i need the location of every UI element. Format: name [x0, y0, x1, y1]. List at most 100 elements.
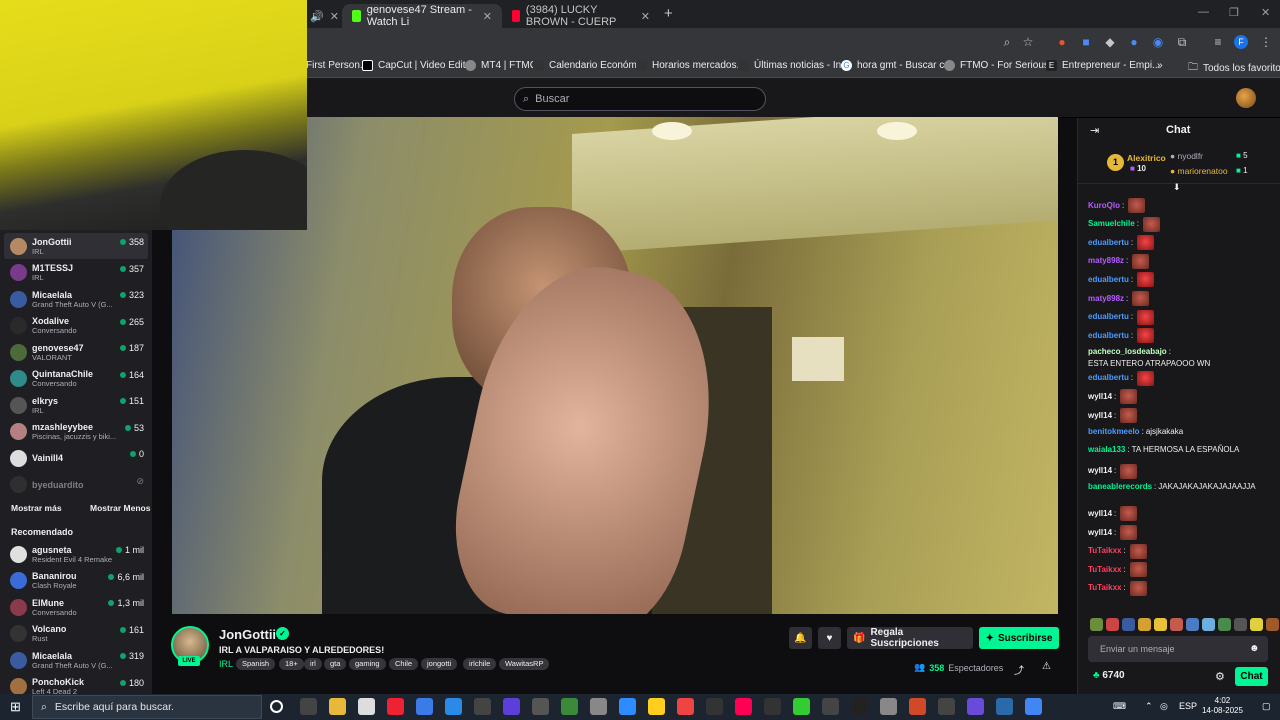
chat-username[interactable]: TuTaikxx [1088, 583, 1122, 593]
taskbar-app-icon[interactable] [677, 698, 694, 715]
file-explorer-icon[interactable] [329, 698, 346, 715]
bookmark-item[interactable]: First Person... [306, 60, 368, 71]
profile-avatar[interactable]: F [1234, 35, 1248, 49]
bookmark-item[interactable]: Ghora gmt - Buscar c... [841, 60, 953, 71]
chat-username[interactable]: edualbertu [1088, 275, 1129, 285]
sidebar-channel[interactable]: agusneta Resident Evil 4 Remake 1 mil [4, 541, 148, 567]
capcut-icon[interactable] [822, 698, 839, 715]
taskbar-app-icon[interactable] [474, 698, 491, 715]
sidebar-channel[interactable]: Micaelala Grand Theft Auto V (G... 319 [4, 647, 148, 673]
chat-input[interactable]: Enviar un mensaje [1088, 636, 1268, 662]
chat-username[interactable]: KuroQlo [1088, 201, 1120, 211]
chat-username[interactable]: benitokmeelo [1088, 427, 1140, 437]
emote-icon[interactable] [1266, 618, 1279, 631]
sidebar-channel[interactable]: QuintanaChile Conversando 164 [4, 366, 148, 392]
stream-tag[interactable]: jongotti [421, 658, 458, 670]
tiktok-icon[interactable] [706, 698, 723, 715]
all-bookmarks-button[interactable]: 🗀 Todos los favoritos [1188, 60, 1280, 77]
taskbar-search[interactable]: ⌕ Escribe aquí para buscar. [32, 695, 262, 719]
channel-name[interactable]: JonGottii [219, 627, 276, 642]
brave-icon[interactable] [735, 698, 752, 715]
restore-icon[interactable]: ❐ [1229, 6, 1239, 19]
show-less-button[interactable]: Mostrar Menos [90, 503, 150, 513]
sidebar-channel[interactable]: genovese47 VALORANT 187 [4, 339, 148, 365]
minecraft-icon[interactable] [793, 698, 810, 715]
sidebar-channel[interactable]: Bananirou Clash Royale 6,6 mil [4, 568, 148, 594]
sidebar-channel[interactable]: Micaelala Grand Theft Auto V (G... 323 [4, 286, 148, 312]
stream-tag[interactable]: gta [324, 658, 347, 670]
twitch-icon[interactable] [503, 698, 520, 715]
obs-icon[interactable] [938, 698, 955, 715]
collapse-chat-icon[interactable]: ⇥ [1090, 124, 1099, 137]
chat-username[interactable]: wyll14 [1088, 466, 1112, 476]
sticky-notes-icon[interactable] [648, 698, 665, 715]
emote-icon[interactable] [1202, 618, 1215, 631]
share-icon[interactable]: ⤴ [1014, 662, 1024, 677]
emote-icon[interactable] [1170, 618, 1183, 631]
emote-icon[interactable] [1122, 618, 1135, 631]
discord-icon[interactable] [967, 698, 984, 715]
stream-tag[interactable]: irlchile [463, 658, 497, 670]
notification-bell-button[interactable]: 🔔 [789, 627, 812, 649]
bookmarks-overflow-button[interactable]: » [1157, 60, 1163, 71]
extension-icon[interactable]: ● [1054, 34, 1070, 50]
bookmark-item[interactable]: Calendario Económ... [533, 60, 645, 71]
chat-username[interactable]: edualbertu [1088, 238, 1129, 248]
chat-username[interactable]: TuTaikxx [1088, 565, 1122, 575]
chat-username[interactable]: wyll14 [1088, 411, 1112, 421]
sidebar-channel[interactable]: ElMune Conversando 1,3 mil [4, 594, 148, 620]
bookmark-item[interactable]: CapCut | Video Edit... [362, 60, 474, 71]
chat-username[interactable]: maty898z [1088, 256, 1124, 266]
close-tab-icon[interactable]: ✕ [641, 10, 650, 23]
follow-heart-button[interactable]: ♥ [818, 627, 841, 649]
minimize-icon[interactable]: — [1198, 6, 1209, 18]
reading-list-icon[interactable]: ≡ [1210, 34, 1226, 50]
chrome-icon[interactable] [1025, 698, 1042, 715]
scroll-down-icon[interactable]: ⬇ [1173, 182, 1181, 193]
stream-tag[interactable]: Spanish [236, 658, 276, 670]
cortana-icon[interactable] [270, 700, 283, 713]
language-indicator[interactable]: ESP [1179, 701, 1197, 711]
stream-tag[interactable]: Chile [389, 658, 419, 670]
stream-tag[interactable]: WawitasRP [499, 658, 550, 670]
emote-icon[interactable] [1250, 618, 1263, 631]
clock[interactable]: 4:02 14-08-2025 [1202, 696, 1243, 716]
stream-tag[interactable]: irl [304, 658, 322, 670]
search-input[interactable]: ⌕ Buscar [514, 87, 766, 111]
bookmark-item[interactable]: MT4 | FTMO [465, 60, 537, 71]
bookmark-item[interactable]: Últimas noticias - In... [738, 60, 850, 71]
bookmark-item[interactable]: E Entrepreneur - Empi... [1046, 60, 1160, 71]
close-tab-icon[interactable]: ✕ [483, 10, 492, 23]
gear-icon[interactable]: ⚙ [1215, 670, 1225, 683]
zoom-icon[interactable] [619, 698, 636, 715]
taskbar-app-icon[interactable] [590, 698, 607, 715]
puzzle-icon[interactable]: ⧉ [1174, 34, 1190, 50]
emote-icon[interactable] [1154, 618, 1167, 631]
sidebar-channel[interactable]: byeduardito ⊘ [4, 472, 148, 498]
extension-icon[interactable]: ◆ [1102, 34, 1118, 50]
blender-icon[interactable] [909, 698, 926, 715]
emoji-icon[interactable]: ☻ [1249, 643, 1260, 654]
zoom-icon[interactable]: ⌕ [999, 34, 1015, 50]
subscribe-button[interactable]: ✦ Suscribirse [979, 627, 1059, 649]
chat-username[interactable]: edualbertu [1088, 312, 1129, 322]
opera-icon[interactable] [387, 698, 404, 715]
stream-tag[interactable]: 18+ [279, 658, 304, 670]
emote-icon[interactable] [1234, 618, 1247, 631]
sidebar-channel[interactable]: mzashleyybee Piscinas, jacuzzis y biki...… [4, 419, 148, 445]
bookmark-item[interactable]: Horarios mercados... [636, 60, 745, 71]
chat-username[interactable]: maty898z [1088, 294, 1124, 304]
chat-username[interactable]: waiala133 [1088, 445, 1125, 455]
chat-username[interactable]: pacheco_losdeabajo [1088, 347, 1167, 357]
leader-name[interactable]: Alexitrico [1127, 153, 1166, 163]
translate-icon[interactable]: ■ [1078, 34, 1094, 50]
chat-username[interactable]: edualbertu [1088, 331, 1129, 341]
edge-icon[interactable] [416, 698, 433, 715]
new-tab-button[interactable]: + [664, 5, 673, 22]
extension-icon[interactable]: ● [1126, 34, 1142, 50]
files-icon[interactable] [445, 698, 462, 715]
chat-username[interactable]: TuTaikxx [1088, 546, 1122, 556]
chat-username[interactable]: wyll14 [1088, 509, 1112, 519]
settings-icon[interactable] [532, 698, 549, 715]
stream-tag[interactable]: gaming [349, 658, 386, 670]
